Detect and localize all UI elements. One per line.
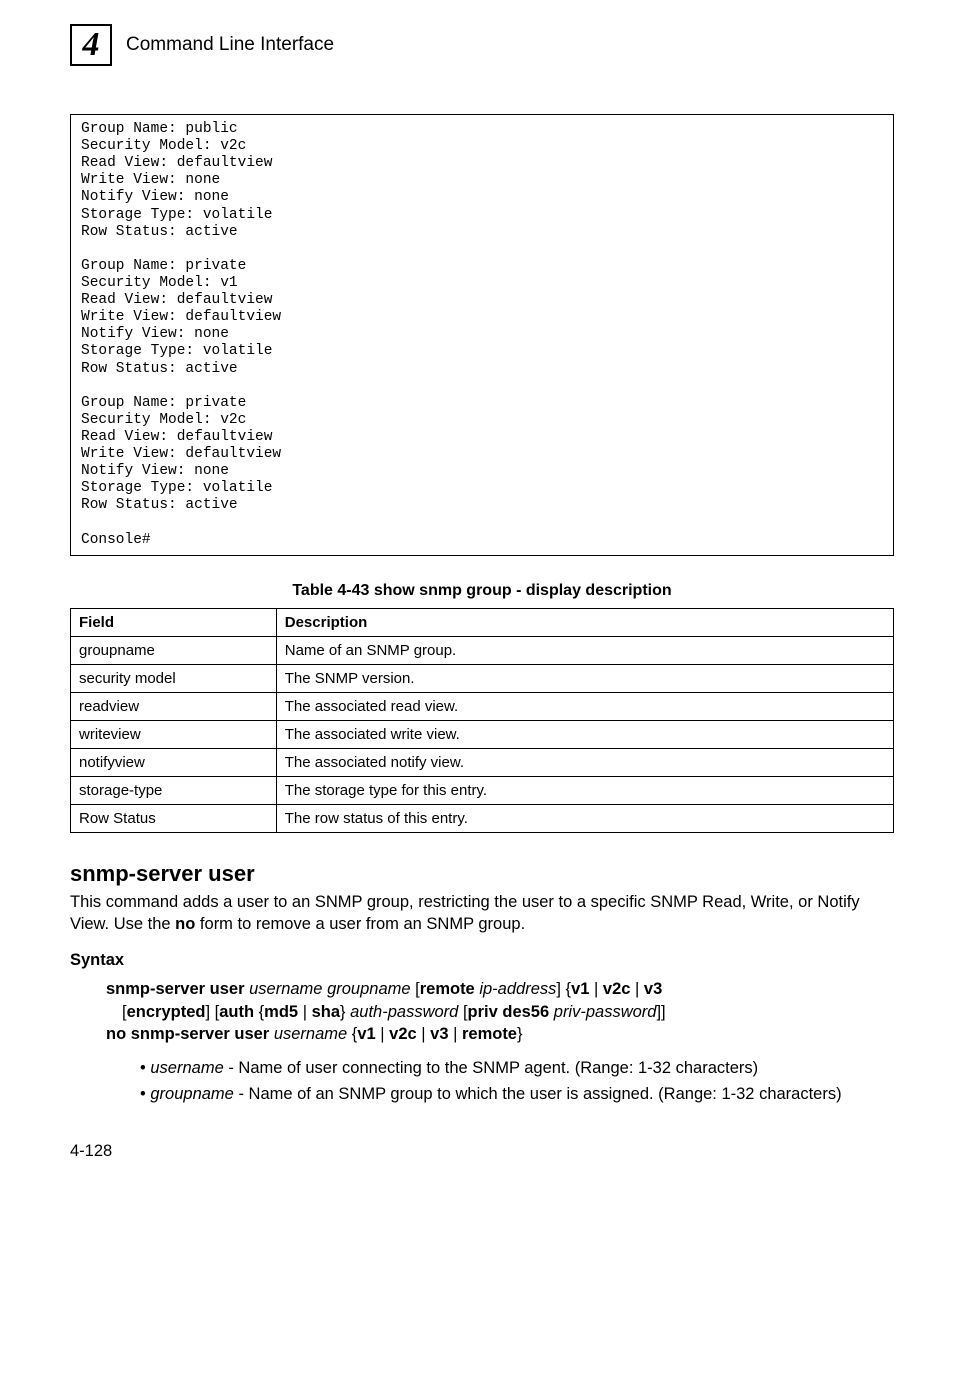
chapter-number-icon: 4 — [70, 24, 112, 66]
table-row: writeview The associated write view. — [71, 720, 894, 748]
description-table: Field Description groupname Name of an S… — [70, 608, 894, 833]
syntax-token: snmp-server user — [106, 980, 245, 998]
table-row: security model The SNMP version. — [71, 664, 894, 692]
table-cell: The SNMP version. — [276, 664, 893, 692]
syntax-line: no snmp-server user username {v1 | v2c |… — [106, 1023, 894, 1045]
syntax-token: v2c — [389, 1025, 417, 1043]
syntax-block: snmp-server user username groupname [rem… — [106, 978, 894, 1045]
syntax-token: groupname — [327, 980, 410, 998]
syntax-token: v3 — [430, 1025, 448, 1043]
table-row: storage-type The storage type for this e… — [71, 776, 894, 804]
syntax-line: snmp-server user username groupname [rem… — [106, 978, 894, 1000]
table-header-field: Field — [71, 608, 277, 636]
syntax-token: auth-password — [350, 1003, 458, 1021]
syntax-token: v1 — [357, 1025, 375, 1043]
syntax-token: remote — [420, 980, 475, 998]
table-cell: Row Status — [71, 804, 277, 832]
syntax-token: v1 — [571, 980, 589, 998]
command-description: This command adds a user to an SNMP grou… — [70, 891, 894, 936]
table-cell: The associated read view. — [276, 692, 893, 720]
syntax-token: username — [249, 980, 322, 998]
syntax-token: md5 — [264, 1003, 298, 1021]
syntax-token: sha — [312, 1003, 340, 1021]
syntax-token: auth — [219, 1003, 254, 1021]
syntax-line: [encrypted] [auth {md5 | sha} auth-passw… — [122, 1001, 894, 1023]
table-cell: The associated notify view. — [276, 748, 893, 776]
param-name: groupname — [150, 1085, 233, 1103]
syntax-token: v2c — [603, 980, 631, 998]
syntax-token: username — [274, 1025, 347, 1043]
param-desc: - Name of user connecting to the SNMP ag… — [224, 1059, 758, 1077]
syntax-token: encrypted — [127, 1003, 206, 1021]
syntax-token: no snmp-server user — [106, 1025, 269, 1043]
syntax-token: priv-password — [554, 1003, 657, 1021]
parameter-list: username - Name of user connecting to th… — [124, 1057, 894, 1106]
text: form to remove a user from an SNMP group… — [195, 915, 525, 933]
param-desc: - Name of an SNMP group to which the use… — [234, 1085, 842, 1103]
param-name: username — [150, 1059, 223, 1077]
table-row: notifyview The associated notify view. — [71, 748, 894, 776]
syntax-heading: Syntax — [70, 951, 894, 970]
page-title: Command Line Interface — [126, 34, 334, 56]
table-cell: writeview — [71, 720, 277, 748]
table-header-row: Field Description — [71, 608, 894, 636]
syntax-token: priv des56 — [468, 1003, 550, 1021]
table-cell: The row status of this entry. — [276, 804, 893, 832]
code-block: Group Name: public Security Model: v2c R… — [70, 114, 894, 556]
table-cell: The associated write view. — [276, 720, 893, 748]
table-row: readview The associated read view. — [71, 692, 894, 720]
text-bold: no — [175, 915, 195, 933]
page-number: 4-128 — [70, 1142, 894, 1161]
table-cell: groupname — [71, 636, 277, 664]
table-cell: notifyview — [71, 748, 277, 776]
syntax-token: ip-address — [479, 980, 556, 998]
syntax-token: v3 — [644, 980, 662, 998]
table-header-description: Description — [276, 608, 893, 636]
table-cell: Name of an SNMP group. — [276, 636, 893, 664]
table-cell: security model — [71, 664, 277, 692]
list-item: groupname - Name of an SNMP group to whi… — [124, 1083, 894, 1105]
page-header: 4 Command Line Interface — [70, 0, 894, 66]
table-cell: The storage type for this entry. — [276, 776, 893, 804]
syntax-token: remote — [462, 1025, 517, 1043]
command-heading: snmp-server user — [70, 861, 894, 887]
table-row: groupname Name of an SNMP group. — [71, 636, 894, 664]
table-cell: readview — [71, 692, 277, 720]
table-cell: storage-type — [71, 776, 277, 804]
table-row: Row Status The row status of this entry. — [71, 804, 894, 832]
list-item: username - Name of user connecting to th… — [124, 1057, 894, 1079]
table-caption: Table 4-43 show snmp group - display des… — [70, 582, 894, 600]
